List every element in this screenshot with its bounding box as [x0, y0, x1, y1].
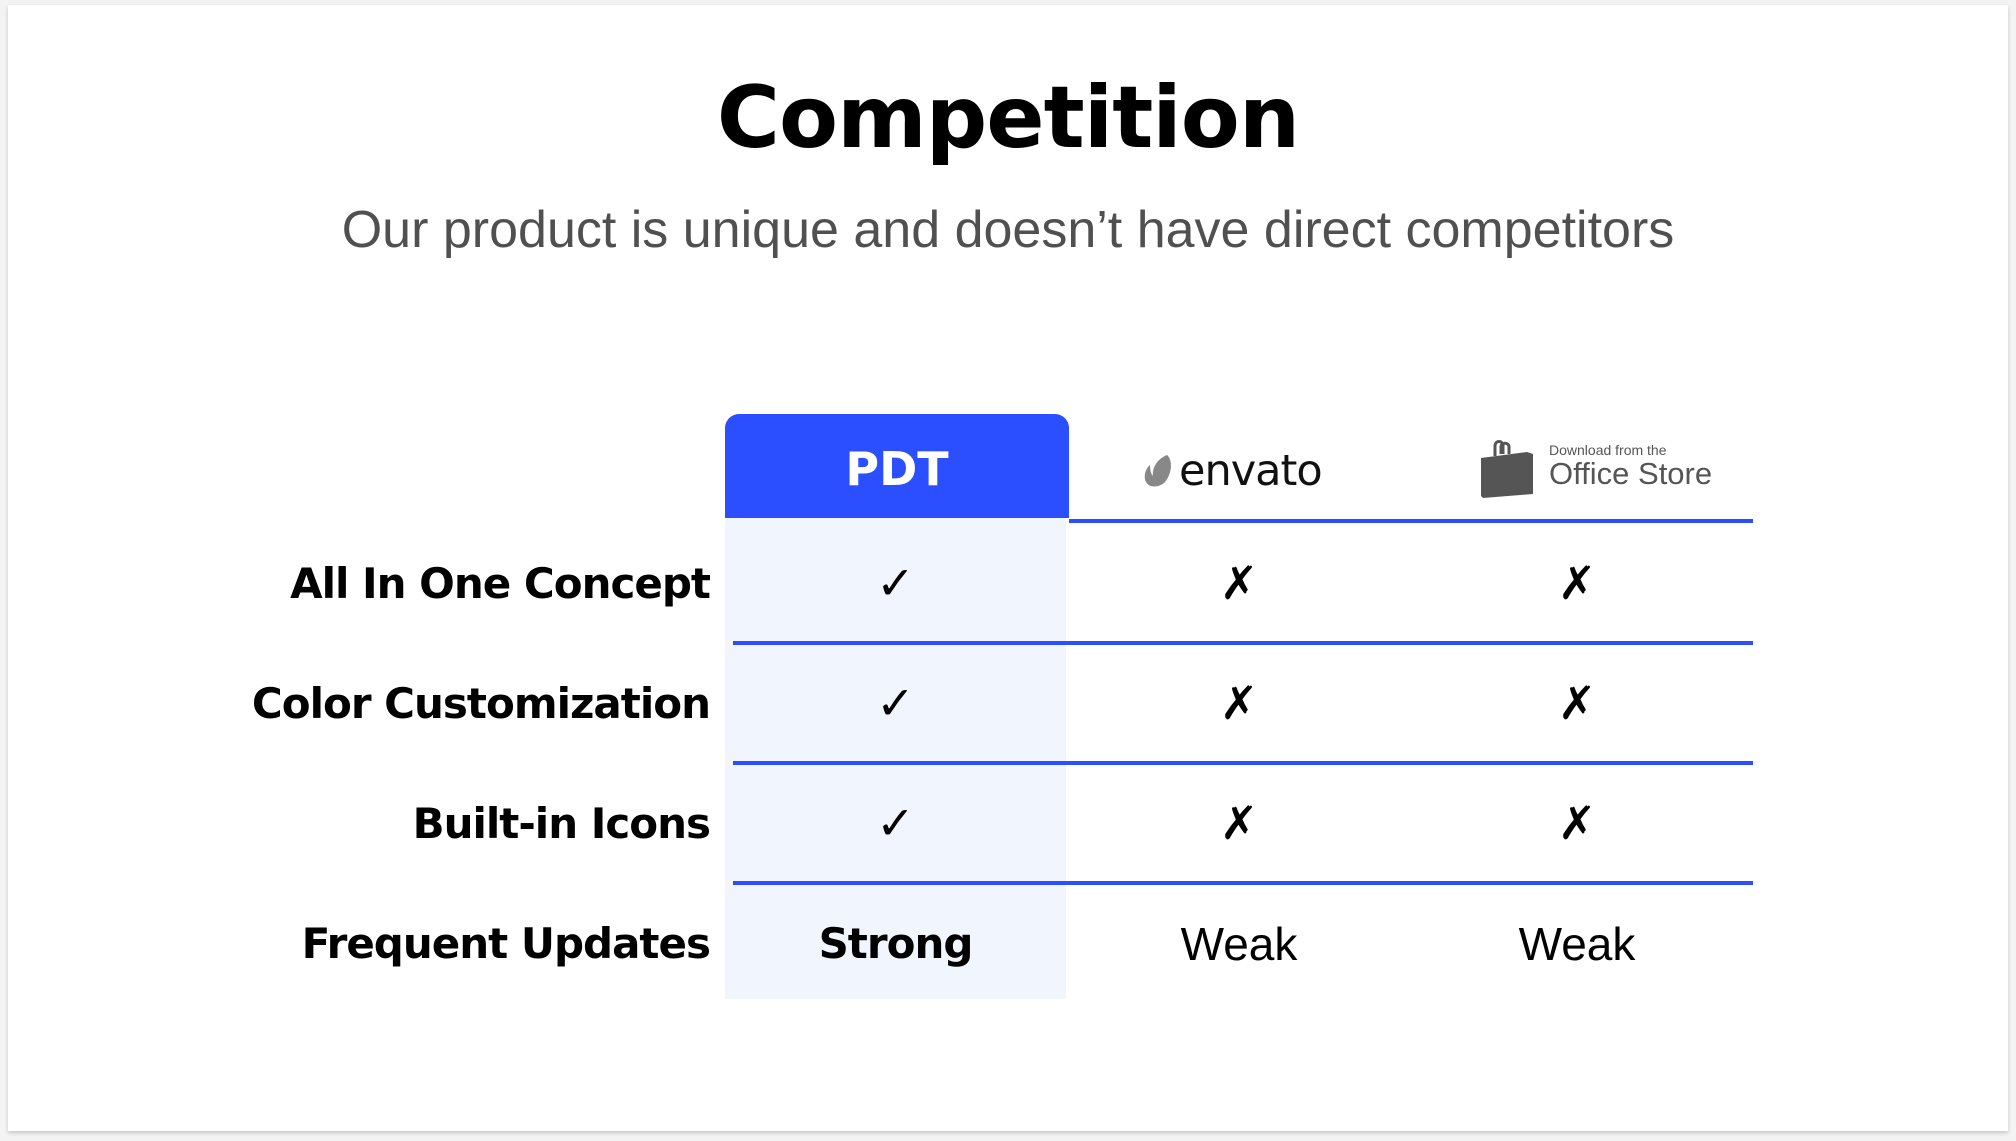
- envato-leaf-icon: [1144, 455, 1171, 487]
- cross-icon: ✗: [1219, 556, 1259, 610]
- header-divider: [1069, 519, 1753, 523]
- column-header-pdt-label: PDT: [845, 442, 949, 496]
- row-divider: [733, 641, 1753, 645]
- cell-value-weak: Weak: [1180, 918, 1298, 970]
- row-label-color-customization: Color Customization: [251, 679, 711, 728]
- column-header-office-store: Download from the Office Store: [1473, 432, 1712, 500]
- slide-title: Competition: [716, 68, 1300, 168]
- column-header-envato: envato: [1143, 446, 1323, 496]
- cell-value-strong: Strong: [818, 919, 974, 968]
- envato-wordmark: envato: [1179, 446, 1323, 496]
- row-divider: [733, 761, 1753, 765]
- check-icon: ✓: [876, 676, 915, 730]
- column-header-pdt: PDT: [725, 414, 1069, 518]
- cross-icon: ✗: [1219, 796, 1259, 850]
- check-icon: ✓: [876, 796, 915, 850]
- cross-icon: ✗: [1219, 676, 1259, 730]
- cross-icon: ✗: [1557, 676, 1597, 730]
- row-divider: [733, 881, 1753, 885]
- slide-subtitle: Our product is unique and doesn’t have d…: [341, 201, 1675, 259]
- cross-icon: ✗: [1557, 556, 1597, 610]
- row-label-all-in-one-concept: All In One Concept: [290, 559, 711, 608]
- check-icon: ✓: [876, 556, 915, 610]
- office-store-wordmark: Office Store: [1549, 456, 1713, 491]
- shopping-bag-icon: [1481, 440, 1533, 498]
- row-label-built-in-icons: Built-in Icons: [412, 799, 711, 848]
- cross-icon: ✗: [1557, 796, 1597, 850]
- row-label-frequent-updates: Frequent Updates: [301, 919, 711, 968]
- cell-value-weak: Weak: [1518, 918, 1636, 970]
